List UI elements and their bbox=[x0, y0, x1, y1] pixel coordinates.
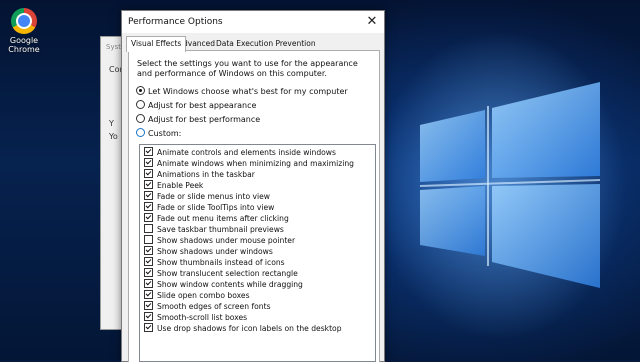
list-item-label: Smooth edges of screen fonts bbox=[157, 302, 271, 311]
radio-button[interactable] bbox=[136, 100, 145, 109]
desktop-icon-label-line2: Chrome bbox=[8, 45, 40, 54]
list-item-label: Fade or slide ToolTips into view bbox=[157, 203, 275, 212]
checkbox[interactable] bbox=[144, 191, 153, 200]
checkbox[interactable] bbox=[144, 290, 153, 299]
checkbox[interactable] bbox=[144, 147, 153, 156]
panel-description: Select the settings you want to use for … bbox=[137, 59, 358, 78]
checkbox[interactable] bbox=[144, 235, 153, 244]
checkbox[interactable] bbox=[144, 213, 153, 222]
checkbox[interactable] bbox=[144, 180, 153, 189]
list-item-label: Fade or slide menus into view bbox=[157, 192, 271, 201]
list-item-label: Use drop shadows for icon labels on the … bbox=[157, 324, 342, 333]
close-button[interactable]: ✕ bbox=[360, 11, 384, 33]
list-item-label: Save taskbar thumbnail previews bbox=[157, 225, 284, 234]
list-item[interactable]: Use drop shadows for icon labels on the … bbox=[144, 323, 342, 334]
radio-button[interactable] bbox=[136, 114, 145, 123]
visual-effects-panel: Select the settings you want to use for … bbox=[128, 50, 380, 362]
list-item[interactable]: Slide open combo boxes bbox=[144, 290, 250, 301]
list-item[interactable]: Smooth-scroll list boxes bbox=[144, 312, 247, 323]
radio-button[interactable] bbox=[136, 128, 145, 137]
list-item-label: Show thumbnails instead of icons bbox=[157, 258, 285, 267]
radio-button-selected[interactable] bbox=[136, 86, 145, 95]
visual-effects-list[interactable]: Animate controls and elements inside win… bbox=[139, 144, 376, 362]
list-item-label: Show shadows under mouse pointer bbox=[157, 236, 296, 245]
list-item-label: Show translucent selection rectangle bbox=[157, 269, 298, 278]
checkbox[interactable] bbox=[144, 224, 153, 233]
list-item-label: Smooth-scroll list boxes bbox=[157, 313, 248, 322]
performance-options-dialog: Performance Options ✕ Visual Effects Adv… bbox=[121, 10, 385, 362]
list-item-label: Animations in the taskbar bbox=[157, 170, 255, 179]
radio-let-windows-choose[interactable]: Let Windows choose what's best for my co… bbox=[136, 86, 348, 98]
list-item[interactable]: Animations in the taskbar bbox=[144, 169, 255, 180]
list-item[interactable]: Save taskbar thumbnail previews bbox=[144, 224, 284, 235]
background-window-text: Y bbox=[109, 119, 114, 128]
list-item[interactable]: Show translucent selection rectangle bbox=[144, 268, 298, 279]
list-item[interactable]: Show window contents while dragging bbox=[144, 279, 303, 290]
list-item-label: Show shadows under windows bbox=[157, 247, 273, 256]
radio-best-appearance[interactable]: Adjust for best appearance bbox=[136, 100, 256, 112]
list-item[interactable]: Enable Peek bbox=[144, 180, 203, 191]
checkbox[interactable] bbox=[144, 202, 153, 211]
checkbox[interactable] bbox=[144, 257, 153, 266]
list-item[interactable]: Animate controls and elements inside win… bbox=[144, 147, 336, 158]
list-item-label: Show window contents while dragging bbox=[157, 280, 303, 289]
radio-best-performance[interactable]: Adjust for best performance bbox=[136, 114, 260, 126]
dialog-title: Performance Options bbox=[128, 17, 223, 27]
list-item-label: Slide open combo boxes bbox=[157, 291, 250, 300]
radio-label: Adjust for best performance bbox=[148, 115, 261, 124]
list-item-label: Animate controls and elements inside win… bbox=[157, 148, 336, 157]
checkbox[interactable] bbox=[144, 312, 153, 321]
chrome-icon bbox=[11, 8, 37, 34]
list-item[interactable]: Show shadows under windows bbox=[144, 246, 273, 257]
list-item[interactable]: Fade or slide ToolTips into view bbox=[144, 202, 274, 213]
list-item[interactable]: Animate windows when minimizing and maxi… bbox=[144, 158, 354, 169]
checkbox[interactable] bbox=[144, 323, 153, 332]
radio-label: Adjust for best appearance bbox=[148, 101, 257, 110]
radio-label: Custom: bbox=[148, 129, 182, 138]
checkbox[interactable] bbox=[144, 158, 153, 167]
list-item-label: Fade out menu items after clicking bbox=[157, 214, 289, 223]
desktop-icon-chrome[interactable]: Google Chrome bbox=[4, 8, 44, 54]
list-item[interactable]: Fade or slide menus into view bbox=[144, 191, 270, 202]
radio-label: Let Windows choose what's best for my co… bbox=[148, 87, 348, 96]
dialog-titlebar[interactable]: Performance Options ✕ bbox=[122, 11, 384, 33]
list-item[interactable]: Show shadows under mouse pointer bbox=[144, 235, 295, 246]
tab-visual-effects[interactable]: Visual Effects bbox=[126, 36, 187, 52]
checkbox[interactable] bbox=[144, 279, 153, 288]
desktop-icon-label-line1: Google bbox=[9, 36, 39, 45]
background-window-text: Yo bbox=[109, 132, 118, 141]
list-item[interactable]: Show thumbnails instead of icons bbox=[144, 257, 285, 268]
list-item-label: Animate windows when minimizing and maxi… bbox=[157, 159, 355, 168]
checkbox[interactable] bbox=[144, 301, 153, 310]
tab-data-execution-prevention[interactable]: Data Execution Prevention bbox=[212, 37, 320, 50]
checkbox[interactable] bbox=[144, 268, 153, 277]
list-item-label: Enable Peek bbox=[157, 181, 204, 190]
checkbox[interactable] bbox=[144, 169, 153, 178]
checkbox[interactable] bbox=[144, 246, 153, 255]
list-item[interactable]: Fade out menu items after clicking bbox=[144, 213, 289, 224]
windows-logo-wallpaper bbox=[419, 82, 601, 288]
radio-custom[interactable]: Custom: bbox=[136, 128, 181, 140]
list-item[interactable]: Smooth edges of screen fonts bbox=[144, 301, 271, 312]
